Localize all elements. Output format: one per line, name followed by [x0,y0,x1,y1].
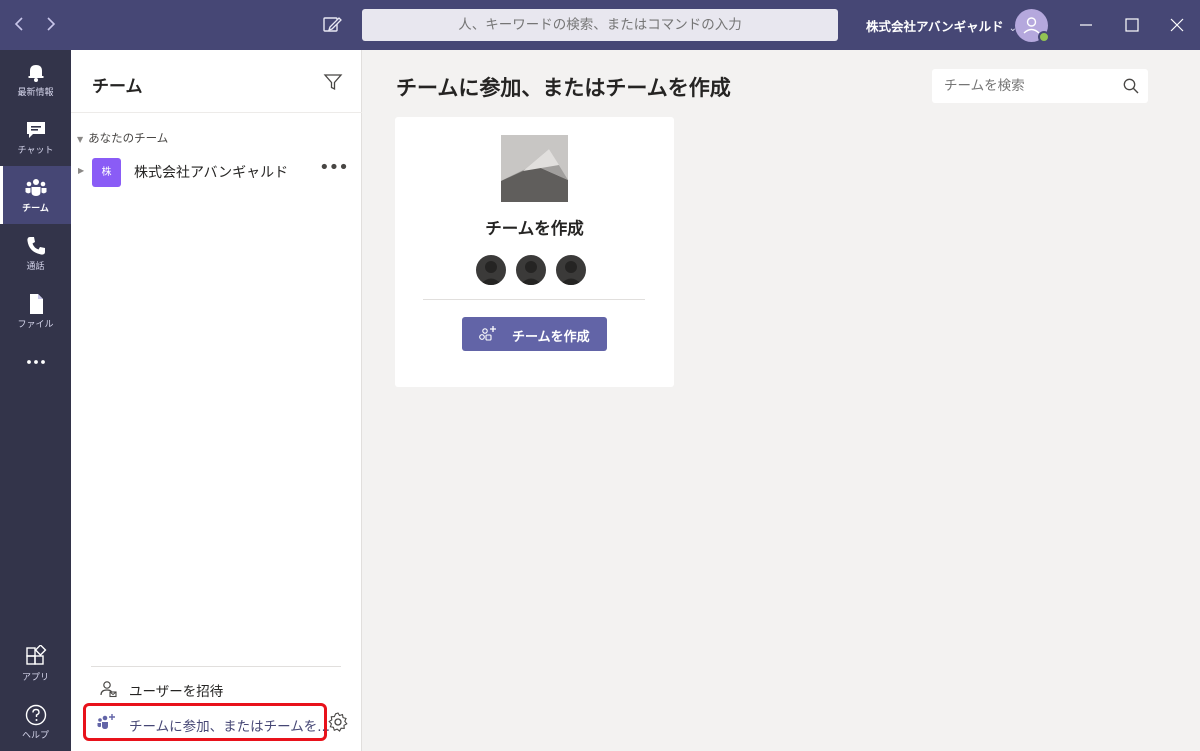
close-button[interactable] [1162,10,1192,40]
rail-item-chat[interactable]: チャット [0,108,71,166]
search-icon[interactable] [1122,77,1140,95]
panel-divider [71,112,362,113]
invite-label: ユーザーを招待 [129,684,224,700]
invite-person-icon [100,681,117,698]
rail-label-help: ヘルプ [21,731,49,741]
tenant-name: 株式会社アバンギャルド [866,19,1004,34]
file-icon [29,294,43,314]
team-search-input[interactable] [932,69,1148,103]
join-label: チームに参加、またはチームを... [129,719,331,735]
compose-icon[interactable] [318,12,346,38]
more-options-icon[interactable]: ••• [319,157,349,183]
invite-users-button[interactable]: ユーザーを招待 [91,676,341,702]
teams-add-icon [97,714,115,729]
teams-panel: チーム ▼ あなたのチーム ▶ 株 株式会社アバンギャルド ••• ユーザーを招待… [71,50,362,751]
user-avatar[interactable] [1015,9,1050,43]
chat-icon [26,122,45,138]
card-divider [423,299,645,300]
rail-label-activity: 最新情報 [17,88,54,98]
panel-title: チーム [92,77,143,97]
add-team-icon [479,326,496,341]
team-avatar: 株 [92,158,121,187]
rail-item-help[interactable]: ヘルプ [0,693,71,751]
filter-icon[interactable] [323,72,343,92]
apps-icon [25,645,46,665]
team-name: 株式会社アバンギャルド [134,165,289,181]
phone-icon [26,237,45,255]
section-label: あなたのチーム [88,131,169,145]
rail-label-files: ファイル [17,320,54,330]
rail-item-teams[interactable]: チーム [0,166,71,224]
rail-item-calls[interactable]: 通話 [0,224,71,282]
rail-item-files[interactable]: ファイル [0,282,71,340]
page-title: チームに参加、またはチームを作成 [396,76,731,100]
caret-right-icon[interactable]: ▶ [78,166,84,175]
minimize-button[interactable] [1071,10,1101,40]
your-teams-section[interactable]: ▼ あなたのチーム [77,130,168,146]
forward-arrow-icon[interactable] [38,12,62,36]
member-avatars [474,253,594,287]
person-placeholder-icon [514,253,548,287]
presence-available-icon [1038,31,1050,43]
rail-item-more[interactable] [0,340,71,398]
title-bar: 株式会社アバンギャルド⌄ [0,0,1200,50]
create-team-button-label: チームを作成 [512,330,590,345]
gear-icon[interactable] [327,711,349,733]
join-or-create-team-button[interactable]: チームに参加、またはチームを... [83,703,331,741]
command-search-input[interactable] [362,9,838,41]
create-team-card: チームを作成 チームを作成 [395,117,674,387]
teams-icon [25,179,46,196]
rail-item-activity[interactable]: 最新情報 [0,50,71,108]
bottom-divider [91,666,341,667]
help-icon [25,704,46,726]
more-icon [26,360,45,364]
card-title: チームを作成 [485,219,584,238]
person-placeholder-icon [554,253,588,287]
create-team-button[interactable]: チームを作成 [462,317,607,351]
bell-icon [28,65,43,82]
caret-down-icon: ▼ [77,135,84,144]
app-rail: 最新情報 チャット チーム 通話 ファイル アプリ ヘルプ [0,50,71,751]
rail-label-teams: チーム [22,204,49,214]
rail-label-calls: 通話 [26,262,45,272]
team-row[interactable]: ▶ 株 株式会社アバンギャルド ••• [71,153,362,189]
rail-label-chat: チャット [17,146,54,156]
tenant-switcher[interactable]: 株式会社アバンギャルド ⌄ [866,16,1017,35]
person-placeholder-icon [474,253,508,287]
rail-label-apps: アプリ [21,673,49,683]
team-image-icon [501,135,568,202]
rail-item-apps[interactable]: アプリ [0,635,71,693]
maximize-button[interactable] [1117,10,1147,40]
back-arrow-icon[interactable] [8,12,32,36]
